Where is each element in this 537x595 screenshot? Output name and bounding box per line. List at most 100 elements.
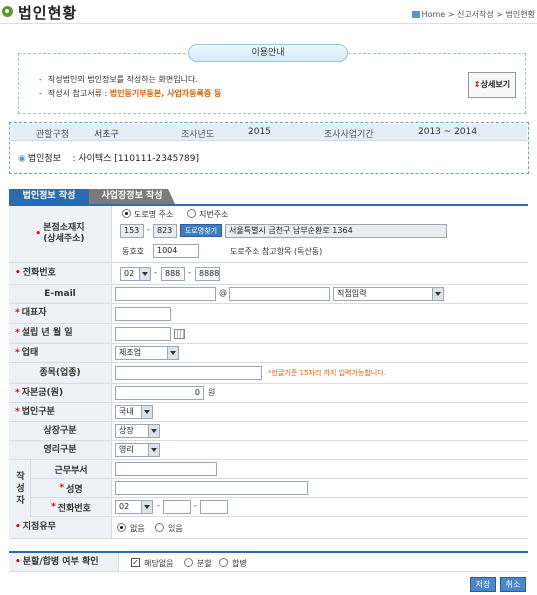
- email-domain-select[interactable]: 직접입력: [333, 287, 444, 301]
- zip-second-field[interactable]: 823: [153, 224, 177, 238]
- save-button[interactable]: 저장: [470, 577, 496, 592]
- road-address-radio[interactable]: [122, 209, 131, 218]
- writer-dept-field[interactable]: [115, 462, 217, 476]
- corp-type-label: * 법인구분: [9, 403, 112, 421]
- chevron-down-icon: [139, 268, 150, 280]
- writer-phone-last-field[interactable]: [200, 500, 228, 514]
- listing-select[interactable]: 상장: [115, 424, 160, 438]
- chevron-down-icon: [141, 501, 152, 513]
- writer-name-row: * 성명: [31, 479, 528, 498]
- address-label: • 본점소재지 (상세주소): [9, 206, 112, 262]
- phone-label: • 전화번호: [9, 263, 112, 284]
- phone-row: • 전화번호 02 - 888 - 8888: [9, 263, 528, 285]
- branch-row: • 지점유무 없음 있음: [9, 517, 528, 539]
- merge-none-option: 해당없음: [144, 559, 174, 568]
- corp-info: ◉ 법인정보 : 사이텍스 [110111-2345789]: [18, 154, 200, 164]
- tab-corp-info[interactable]: 법인정보 작성: [9, 189, 89, 204]
- address-row: • 본점소재지 (상세주소) 도로명 주소 지번주소 153 - 823 도로명찾…: [9, 206, 528, 263]
- bullet-icon: ◉: [18, 154, 26, 164]
- survey-summary: 관할구청 서초구 조사년도 2015 조사사업기간 2013 ~ 2014 ◉ 법…: [9, 122, 529, 174]
- capital-label: * 자본금(원): [9, 384, 112, 402]
- business-row: * 업태 제조업: [9, 344, 528, 363]
- writer-name-field[interactable]: [115, 481, 308, 495]
- zip-first-field[interactable]: 153: [120, 224, 144, 238]
- road-address-option: 도로명 주소: [134, 210, 174, 219]
- merge-none-checkbox[interactable]: ✓: [131, 558, 140, 567]
- capital-unit: 원: [208, 388, 216, 397]
- merge-check-box: • 분할/합병 여부 확인 ✓ 해당없음 분할 합병: [9, 551, 528, 572]
- period-value: 2013 ~ 2014: [418, 127, 478, 137]
- dong-label: 동호호: [122, 247, 145, 256]
- detail-view-button[interactable]: ⇕상세보기: [468, 72, 516, 98]
- usage-guide-box: 작성법인의 법인정보를 작성하는 화면입니다. 작성시 참고서류 : 법인등기부…: [18, 53, 526, 114]
- business-select[interactable]: 제조업: [115, 346, 179, 360]
- phone-last-field[interactable]: 8888: [195, 267, 220, 281]
- calendar-icon[interactable]: [174, 329, 185, 339]
- writer-name-label: * 성명: [31, 479, 112, 497]
- profit-label: 영리구분: [9, 441, 112, 459]
- capital-field[interactable]: 0: [115, 386, 204, 400]
- writer-phone-label: * 전화번호: [31, 498, 112, 516]
- office-value: 서초구: [94, 130, 119, 140]
- title-bullet-icon: [2, 6, 13, 17]
- page-title: 법인현황: [18, 4, 78, 22]
- email-label: E-mail: [9, 285, 112, 303]
- phone-mid-field[interactable]: 888: [161, 267, 185, 281]
- merge-split-option: 분할: [197, 559, 212, 568]
- writer-dept-row: 근무부서: [31, 460, 528, 479]
- corp-type-select[interactable]: 국내: [115, 405, 153, 419]
- ceo-label: * 대표자: [9, 304, 112, 323]
- branch-no-option: 없음: [130, 524, 145, 533]
- writer-dept-label: 근무부서: [31, 460, 112, 478]
- road-ref-text: 도로주소 참고항목 (독산동): [230, 247, 323, 256]
- year-label: 조사년도: [181, 130, 215, 140]
- listing-row: 상장구분 상장: [9, 422, 528, 441]
- item-label: 종목(업종): [9, 363, 112, 383]
- office-label: 관할구청: [36, 130, 70, 140]
- chevron-down-icon: [167, 347, 178, 359]
- merge-label: • 분할/합병 여부 확인: [9, 553, 119, 571]
- merge-merge-option: 합병: [232, 559, 247, 568]
- home-icon[interactable]: [411, 11, 420, 18]
- chevron-down-icon: [141, 406, 152, 418]
- merge-merge-radio[interactable]: [219, 558, 228, 567]
- ceo-row: * 대표자: [9, 304, 528, 324]
- email-id-field[interactable]: [115, 287, 216, 301]
- corp-type-row: * 법인구분 국내: [9, 403, 528, 422]
- chevron-down-icon: [148, 425, 159, 437]
- page-header: 법인현황 Home > 신고서작성 > 법인현황: [0, 0, 537, 24]
- guide-line-2: 작성시 참고서류 : 법인등기부등본, 사업자등록증 등: [39, 87, 222, 101]
- period-label: 조사사업기간: [324, 130, 374, 140]
- branch-label: • 지점유무: [9, 517, 112, 538]
- ceo-field[interactable]: [115, 307, 171, 321]
- lot-address-radio[interactable]: [187, 209, 196, 218]
- writer-phone-mid-field[interactable]: [163, 500, 191, 514]
- item-field[interactable]: [115, 366, 262, 380]
- lot-address-option: 지번주소: [199, 210, 229, 219]
- branch-no-radio[interactable]: [117, 523, 126, 532]
- branch-yes-radio[interactable]: [155, 523, 164, 532]
- road-search-button[interactable]: 도로명찾기: [180, 224, 222, 237]
- listing-label: 상장구분: [9, 422, 112, 440]
- profit-select[interactable]: 영리: [115, 443, 160, 457]
- phone-area-select[interactable]: 02: [120, 267, 151, 281]
- writer-phone-row: * 전화번호 02 - -: [31, 498, 528, 517]
- dong-field[interactable]: 1004: [153, 244, 199, 258]
- email-domain-field[interactable]: [229, 287, 330, 301]
- branch-yes-option: 있음: [168, 524, 183, 533]
- tab-workplace-info[interactable]: 사업장정보 작성: [89, 189, 175, 204]
- cancel-button[interactable]: 취소: [500, 577, 526, 592]
- item-hint: *한글기준 15자리 까지 입력가능합니다.: [268, 369, 386, 377]
- profit-row: 영리구분 영리: [9, 441, 528, 460]
- capital-row: * 자본금(원) 0 원: [9, 384, 528, 403]
- founded-label: * 설립 년 월 일: [9, 324, 112, 343]
- founded-date-field[interactable]: [115, 327, 171, 341]
- founded-row: * 설립 년 월 일: [9, 324, 528, 344]
- writer-phone-area-select[interactable]: 02: [115, 500, 153, 514]
- chevron-down-icon: [148, 444, 159, 456]
- breadcrumb-text[interactable]: Home > 신고서작성 > 법인현황: [422, 10, 535, 19]
- guide-line-1: 작성법인의 법인정보를 작성하는 화면입니다.: [39, 73, 221, 87]
- merge-split-radio[interactable]: [184, 558, 193, 567]
- road-address-field[interactable]: 서울특별시 금천구 남부순환로 1364: [225, 224, 447, 238]
- breadcrumb: Home > 신고서작성 > 법인현황: [411, 9, 535, 20]
